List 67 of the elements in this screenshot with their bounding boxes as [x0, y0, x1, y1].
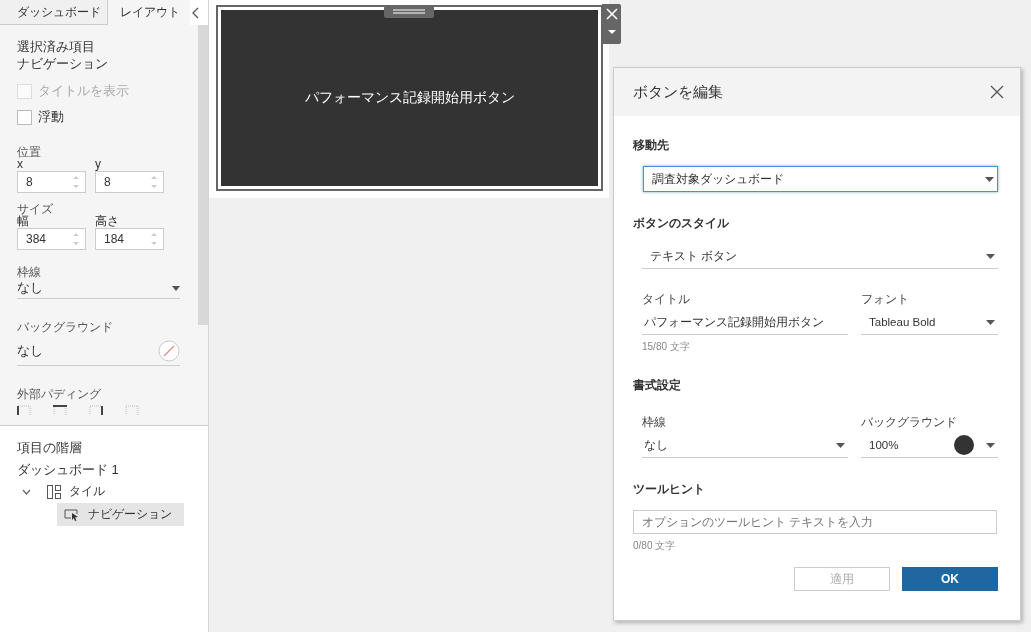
- field-label: 外部パディング: [17, 388, 102, 400]
- field-label: 枠線: [17, 266, 42, 278]
- field-label: 幅: [17, 215, 29, 228]
- section-heading: 移動先: [633, 138, 670, 152]
- navigation-button[interactable]: パフォーマンス記録開始用ボタン: [221, 10, 598, 186]
- chevron-icon[interactable]: [22, 488, 31, 495]
- close-icon[interactable]: [990, 85, 1004, 99]
- field-group-label: サイズ: [17, 203, 54, 215]
- background-field[interactable]: なし: [17, 337, 180, 366]
- scrollbar[interactable]: [198, 25, 208, 325]
- border-dropdown[interactable]: なし: [642, 433, 848, 458]
- field-label: タイトル: [642, 291, 691, 308]
- navigation-button-icon: [64, 508, 80, 521]
- character-count: 0/80 文字: [633, 539, 677, 553]
- character-count: 15/80 文字: [642, 340, 691, 354]
- section-heading: 選択済み項目: [17, 38, 96, 55]
- number-field[interactable]: 8: [17, 171, 86, 193]
- destination-dropdown[interactable]: 調査対象ダッシュボード: [643, 166, 998, 192]
- selected-item-name: ナビゲーション: [17, 55, 109, 72]
- section-heading: 項目の階層: [17, 439, 83, 456]
- number-field[interactable]: 8: [95, 171, 164, 193]
- field-label: y: [95, 158, 102, 171]
- tree-item-label: タイル: [69, 483, 105, 500]
- padding-side-icon[interactable]: [89, 405, 103, 415]
- dropdown-caret-icon: [985, 176, 994, 182]
- section-heading: 書式設定: [633, 378, 682, 392]
- no-color-swatch-icon[interactable]: [158, 340, 180, 362]
- section-heading: ボタンのスタイル: [633, 216, 730, 230]
- field-group-label: 位置: [17, 146, 42, 158]
- dropdown-caret-icon: [986, 253, 995, 259]
- ok-button[interactable]: OK: [902, 567, 998, 591]
- tiled-layout-icon: [47, 484, 61, 499]
- dialog-title: ボタンを編集: [633, 82, 723, 102]
- checkbox-label: 浮動: [38, 108, 64, 126]
- field-label: フォント: [861, 291, 910, 308]
- checkbox-label: タイトルを表示: [38, 82, 129, 100]
- font-dropdown[interactable]: Tableau Bold: [861, 310, 998, 335]
- color-swatch[interactable]: [954, 435, 974, 455]
- tree-item[interactable]: タイル: [17, 480, 208, 503]
- tooltip-input[interactable]: オプションのツールヒント テキストを入力: [633, 510, 997, 534]
- field-label: バックグラウンド: [861, 414, 958, 431]
- background-dropdown[interactable]: 100%: [861, 433, 998, 458]
- tree-item-label: ナビゲーション: [88, 506, 172, 523]
- collapse-icon[interactable]: [192, 6, 200, 19]
- border-dropdown[interactable]: なし: [17, 278, 180, 299]
- move-handle-icon[interactable]: [384, 6, 434, 18]
- title-field[interactable]: パフォーマンス記録開始用ボタン: [642, 310, 848, 335]
- number-field[interactable]: 184: [95, 228, 164, 250]
- dropdown-caret-icon: [986, 442, 995, 448]
- dropdown-caret-icon: [172, 285, 180, 291]
- style-dropdown[interactable]: テキスト ボタン: [642, 244, 998, 269]
- tree-item[interactable]: ダッシュボード 1: [17, 460, 208, 480]
- padding-side-icon[interactable]: [53, 405, 67, 415]
- section-heading: ツールヒント: [633, 482, 706, 496]
- dropdown-caret-icon: [836, 442, 845, 448]
- number-field[interactable]: 384: [17, 228, 86, 250]
- field-label: x: [17, 158, 23, 171]
- field-label: 枠線: [642, 414, 667, 431]
- dropdown-caret-icon: [986, 319, 995, 325]
- tree-item-label: ダッシュボード 1: [17, 461, 119, 479]
- sidebar-tab[interactable]: ダッシュボード: [0, 0, 108, 25]
- padding-side-icon[interactable]: [17, 405, 31, 415]
- sidebar-tab[interactable]: レイアウト: [108, 0, 190, 25]
- field-label: 高さ: [95, 215, 120, 228]
- field-label: バックグラウンド: [17, 321, 114, 333]
- checkbox[interactable]: [17, 109, 32, 125]
- tree-item[interactable]: ナビゲーション: [57, 503, 184, 526]
